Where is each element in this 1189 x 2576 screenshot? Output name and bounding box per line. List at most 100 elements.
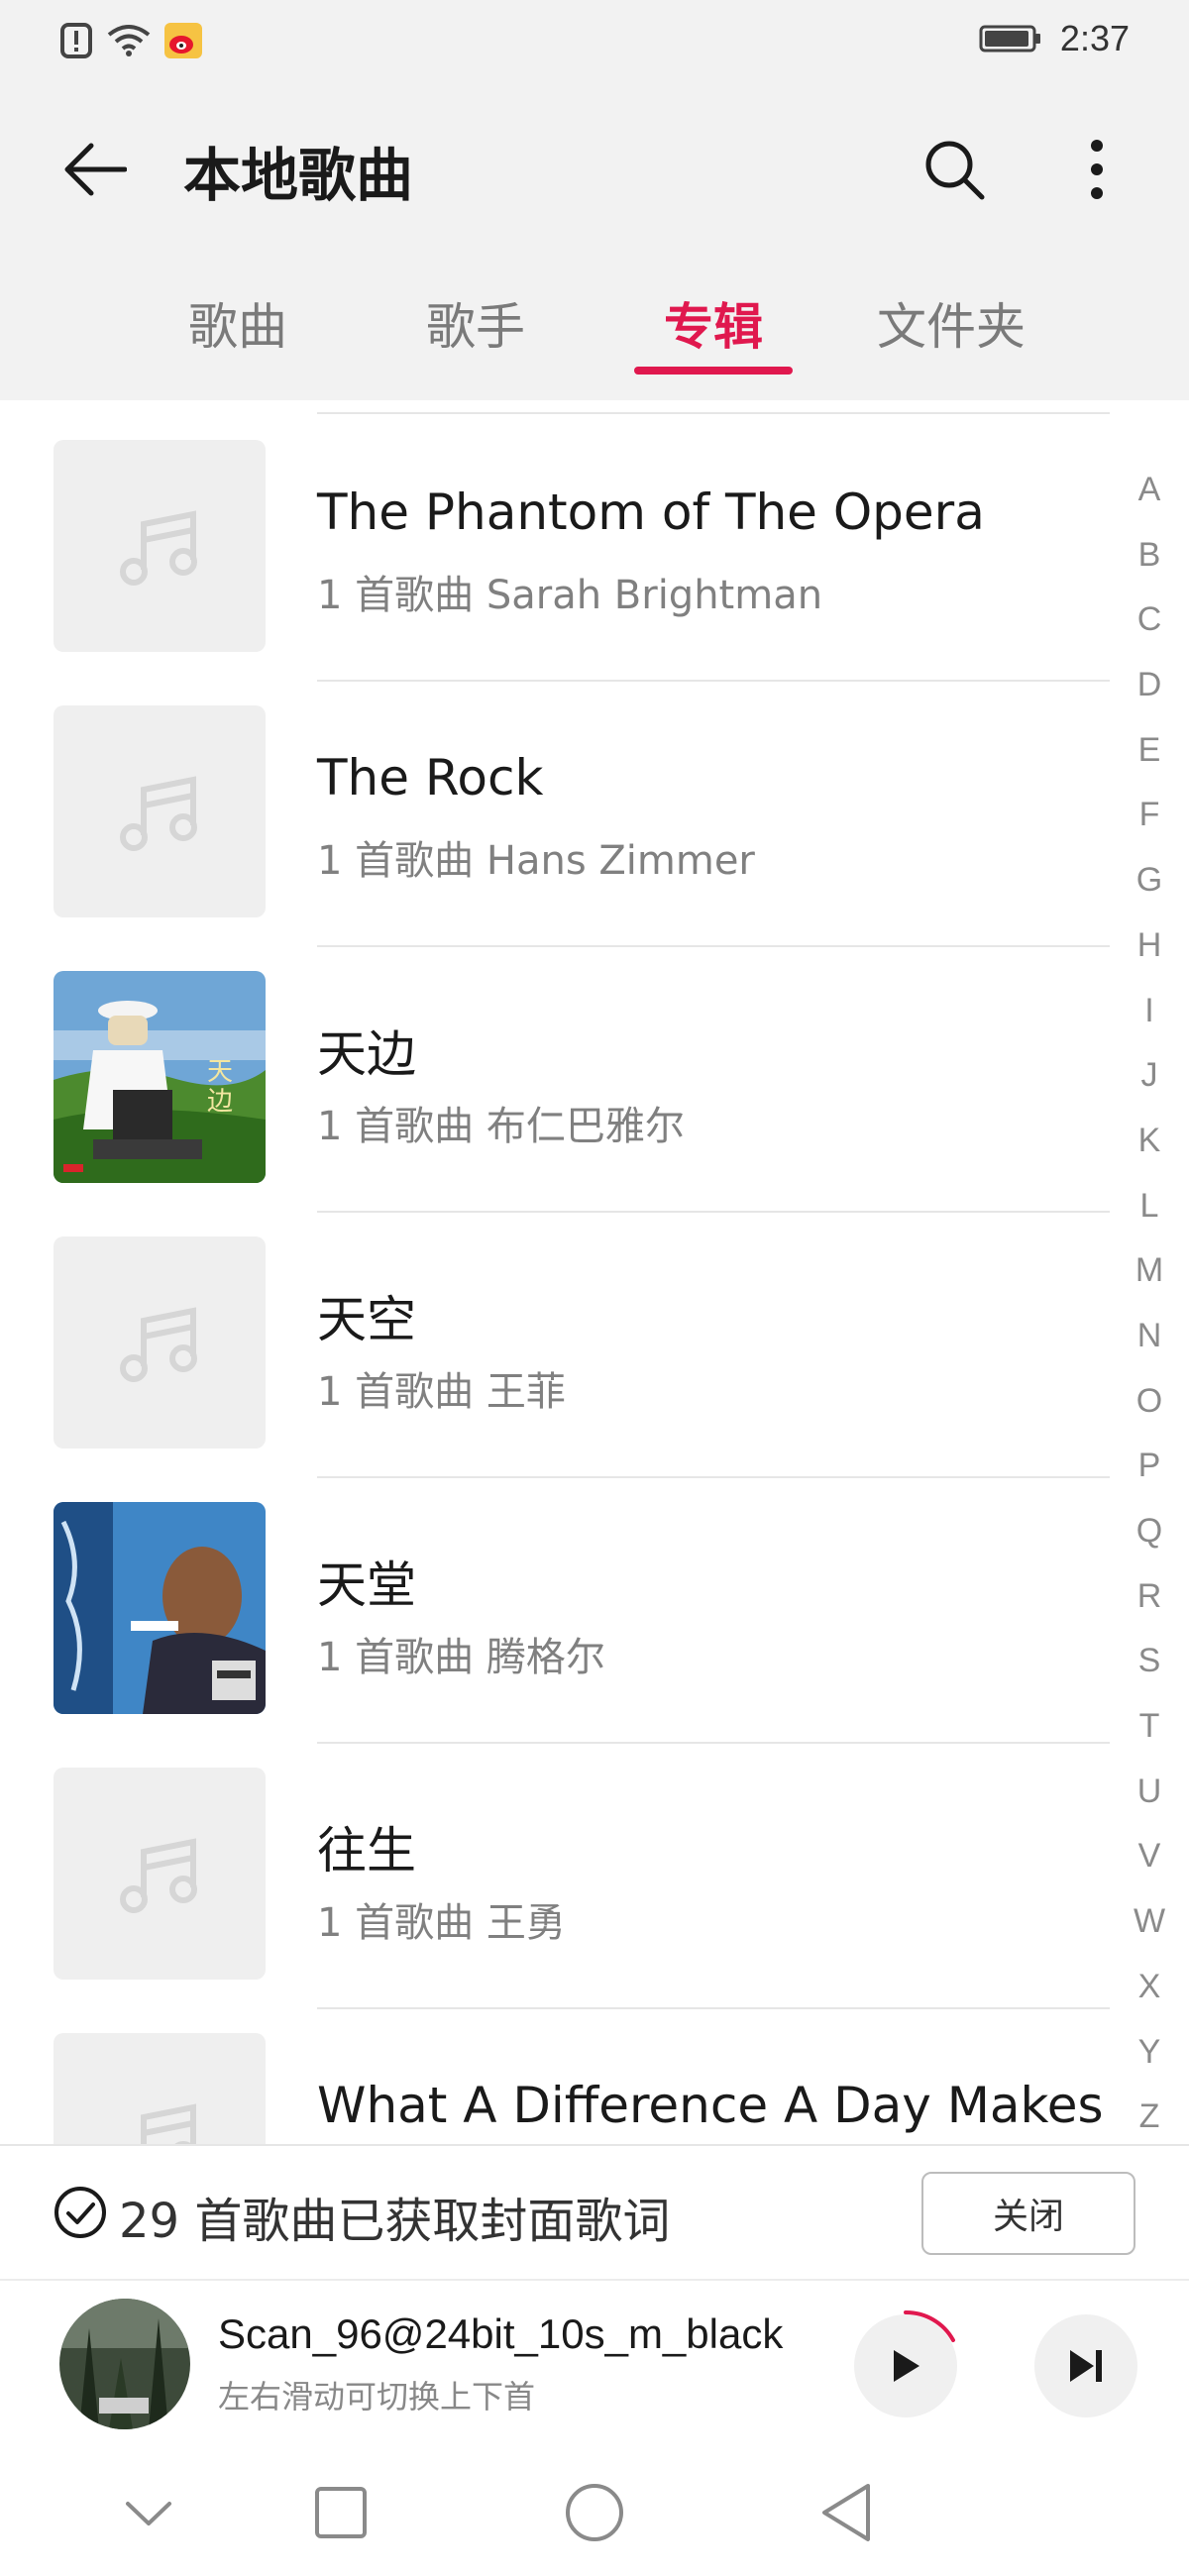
music-note-icon: [120, 510, 197, 586]
album-subtitle: 1 首歌曲 腾格尔: [317, 1635, 605, 1680]
album-title: What A Difference A Day Makes: [317, 2077, 1104, 2134]
more-options-button[interactable]: [1052, 125, 1141, 214]
album-subtitle: 1 首歌曲 布仁巴雅尔: [317, 1104, 685, 1149]
alphabet-letter[interactable]: N: [1137, 1304, 1162, 1369]
tab-songs[interactable]: 歌曲: [149, 287, 327, 359]
system-back-button[interactable]: [807, 2473, 886, 2552]
alphabet-letter[interactable]: A: [1138, 458, 1161, 523]
tab-folders[interactable]: 文件夹: [862, 287, 1040, 359]
home-button[interactable]: [555, 2473, 634, 2552]
skip-next-icon: [1070, 2350, 1102, 2382]
play-button[interactable]: [854, 2309, 957, 2417]
alphabet-letter[interactable]: U: [1137, 1760, 1162, 1825]
swipe-hint: 左右滑动可切换上下首: [218, 2378, 536, 2415]
alphabet-letter[interactable]: W: [1134, 1889, 1165, 1955]
album-row[interactable]: The Phantom of The Opera 1 首歌曲 Sarah Bri…: [0, 416, 1110, 682]
album-title: The Phantom of The Opera: [317, 483, 985, 541]
album-cover: [54, 2033, 266, 2144]
alphabet-letter[interactable]: F: [1139, 783, 1160, 848]
now-playing-art: [59, 2299, 190, 2429]
alphabet-letter[interactable]: K: [1138, 1109, 1161, 1174]
now-playing-title: Scan_96@24bit_10s_m_black: [218, 2310, 784, 2357]
next-track-button[interactable]: [1034, 2314, 1137, 2417]
recents-button[interactable]: [301, 2473, 380, 2552]
album-cover: [54, 1236, 266, 1449]
back-triangle-icon: [822, 2484, 870, 2541]
alphabet-letter[interactable]: H: [1137, 913, 1162, 979]
now-playing-cover[interactable]: [59, 2299, 190, 2429]
album-row[interactable]: 天 边 天边 1 首歌曲 布仁巴雅尔: [0, 947, 1110, 1213]
alphabet-letter[interactable]: G: [1136, 848, 1162, 913]
alphabet-index[interactable]: A B C D E F G H I J K L M N O P Q R S T …: [1130, 458, 1169, 2150]
album-art-grassland: 天 边: [54, 971, 266, 1183]
tab-artists[interactable]: 歌手: [386, 287, 565, 359]
alphabet-letter[interactable]: J: [1141, 1043, 1158, 1109]
back-arrow-icon: [64, 143, 127, 196]
toast-message: 29 首歌曲已获取封面歌词: [119, 2194, 671, 2249]
album-title: 天堂: [317, 1556, 416, 1614]
album-row[interactable]: 往生 1 首歌曲 王勇: [0, 1744, 1110, 2009]
chevron-down-icon: [126, 2502, 171, 2525]
album-cover: [54, 1768, 266, 1980]
album-subtitle: 1 首歌曲 Hans Zimmer: [317, 838, 755, 884]
alphabet-letter[interactable]: E: [1138, 718, 1161, 784]
wifi-icon: [107, 25, 151, 56]
music-note-icon: [141, 2103, 196, 2144]
alphabet-letter[interactable]: X: [1138, 1955, 1161, 2020]
alphabet-letter[interactable]: P: [1138, 1434, 1161, 1499]
alphabet-letter[interactable]: R: [1137, 1564, 1162, 1630]
close-button[interactable]: 关闭: [921, 2172, 1135, 2255]
alphabet-letter[interactable]: Q: [1136, 1499, 1162, 1564]
alphabet-letter[interactable]: O: [1136, 1369, 1162, 1435]
svg-text:边: 边: [207, 1087, 233, 1117]
status-left-icons: [59, 22, 202, 59]
search-button[interactable]: [910, 125, 999, 214]
page-title: 本地歌曲: [183, 142, 414, 209]
album-subtitle: 1 首歌曲 王菲: [317, 1369, 566, 1415]
album-list[interactable]: The Phantom of The Opera 1 首歌曲 Sarah Bri…: [0, 400, 1189, 2144]
album-title: The Rock: [317, 749, 544, 806]
more-vertical-icon: [1091, 140, 1103, 199]
cover-lyrics-toast: 29 首歌曲已获取封面歌词 关闭: [0, 2144, 1189, 2279]
alphabet-letter[interactable]: D: [1137, 653, 1162, 718]
mini-player[interactable]: Scan_96@24bit_10s_m_black 左右滑动可切换上下首: [0, 2279, 1189, 2443]
alphabet-letter[interactable]: Y: [1138, 2020, 1161, 2086]
album-row[interactable]: The Rock 1 首歌曲 Hans Zimmer: [0, 682, 1110, 947]
album-cover: [54, 705, 266, 917]
alphabet-letter[interactable]: C: [1137, 588, 1162, 653]
tab-albums[interactable]: 专辑: [624, 287, 803, 359]
alphabet-letter[interactable]: L: [1140, 1174, 1159, 1239]
album-row[interactable]: What A Difference A Day Makes: [0, 2009, 1110, 2144]
svg-text:天: 天: [207, 1057, 233, 1087]
album-cover: [54, 440, 266, 652]
alphabet-letter[interactable]: T: [1139, 1694, 1160, 1760]
alphabet-letter[interactable]: M: [1135, 1238, 1163, 1304]
status-right: 2:37: [979, 18, 1130, 59]
album-subtitle: 1 首歌曲 Sarah Brightman: [317, 573, 823, 618]
alphabet-letter[interactable]: S: [1138, 1629, 1161, 1694]
search-icon: [925, 141, 985, 200]
app-header: 本地歌曲: [0, 85, 1189, 244]
album-title: 往生: [317, 1822, 416, 1879]
check-circle-icon: [54, 2187, 106, 2238]
tab-bar: 歌曲 歌手 专辑 文件夹: [0, 244, 1189, 400]
music-note-icon: [120, 1307, 197, 1382]
list-divider: [317, 412, 1110, 414]
system-navigation-bar: [0, 2443, 1189, 2576]
alphabet-letter[interactable]: B: [1138, 523, 1161, 589]
battery-icon: [979, 25, 1040, 53]
alphabet-letter[interactable]: V: [1138, 1824, 1161, 1889]
alphabet-letter[interactable]: Z: [1139, 2085, 1160, 2150]
album-row[interactable]: 天堂 1 首歌曲 腾格尔: [0, 1478, 1110, 1744]
album-cover-art: [54, 1502, 266, 1714]
back-button[interactable]: [50, 125, 139, 214]
home-circle-icon: [566, 2484, 623, 2541]
hide-keyboard-button[interactable]: [109, 2473, 188, 2552]
music-note-icon: [120, 776, 197, 851]
album-title: 天空: [317, 1291, 416, 1348]
alphabet-letter[interactable]: I: [1144, 979, 1153, 1044]
album-row[interactable]: 天空 1 首歌曲 王菲: [0, 1213, 1110, 1478]
album-cover-art: 天 边: [54, 971, 266, 1183]
status-time: 2:37: [1059, 18, 1130, 58]
active-tab-indicator: [634, 367, 793, 375]
